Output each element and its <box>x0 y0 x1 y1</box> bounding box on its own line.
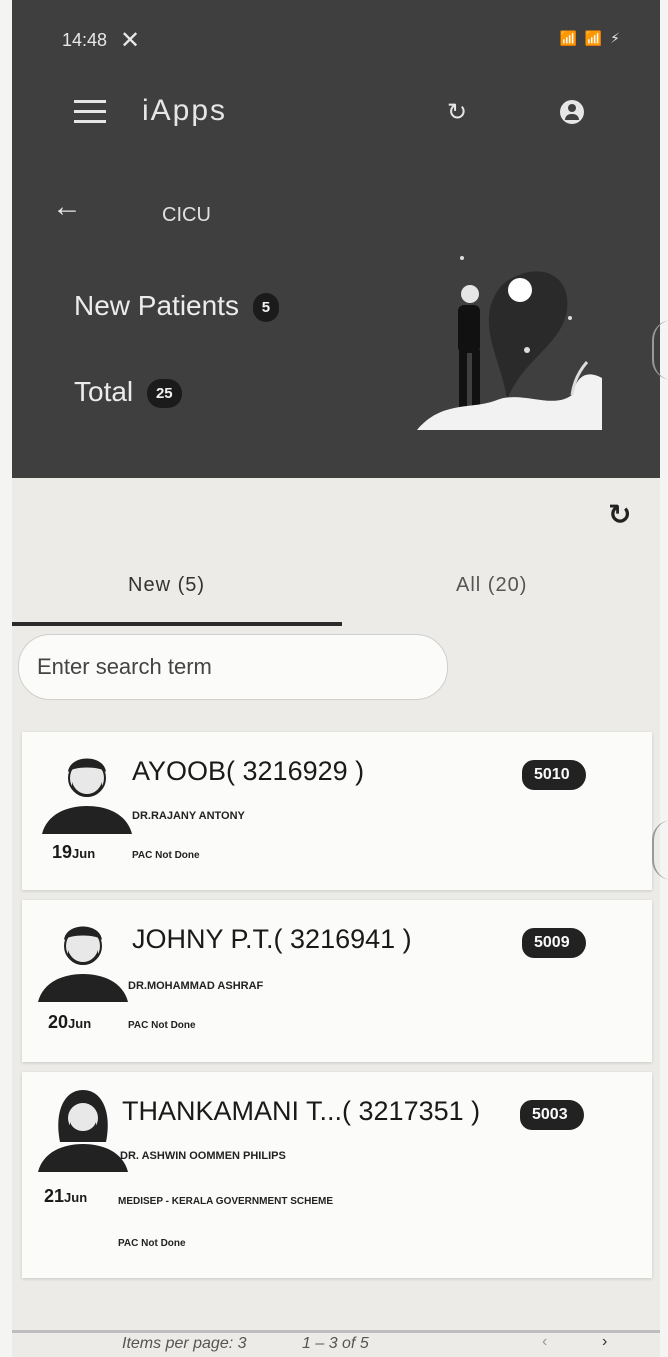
bed-badge: 5010 <box>522 760 586 790</box>
doctor-name: DR. ASHWIN OOMMEN PHILIPS <box>120 1150 286 1162</box>
tab-all[interactable]: All (20) <box>456 574 527 597</box>
arrow-left-icon[interactable]: ← <box>52 190 82 224</box>
insurance-scheme: MEDISEP - KERALA GOVERNMENT SCHEME <box>118 1196 334 1207</box>
total-stat: Total 25 <box>74 376 182 409</box>
doctor-name: DR.RAJANY ANTONY <box>132 810 245 822</box>
bed-badge: 5009 <box>522 928 586 958</box>
patient-card[interactable]: AYOOB( 3216929 ) 5010 DR.RAJANY ANTONY 1… <box>22 732 652 890</box>
unit-name: CICU <box>162 204 211 226</box>
status-time: 14:48 <box>62 30 108 50</box>
account-icon[interactable] <box>560 100 584 124</box>
search-input[interactable] <box>18 634 448 700</box>
app-bar: iApps ↻ <box>12 80 660 144</box>
admission-day: 21 <box>44 1186 65 1206</box>
status-bar: 14:48 ✕ 📶 📶 ⚡ <box>12 20 660 60</box>
new-patients-count: 5 <box>252 293 280 323</box>
pac-status: PAC Not Done <box>128 1020 196 1031</box>
admission-month: Jun <box>64 1190 88 1205</box>
admission-date: 20Jun <box>48 1012 91 1033</box>
paginator: Items per page: 3 1 – 3 of 5 ‹ › <box>12 1330 660 1357</box>
scroll-edge-indicator <box>652 820 668 880</box>
patient-card[interactable]: THANKAMANI T...( 3217351 ) 5003 DR. ASHW… <box>22 1072 652 1278</box>
next-page-button[interactable]: › <box>602 1333 607 1351</box>
refresh-icon[interactable]: ↻ <box>447 98 467 127</box>
pac-status: PAC Not Done <box>118 1238 186 1249</box>
total-label: Total <box>74 376 134 407</box>
admission-date: 21Jun <box>44 1186 87 1207</box>
admission-month: Jun <box>72 846 96 861</box>
new-patients-stat: New Patients 5 <box>74 290 280 323</box>
app-title: iApps <box>142 94 228 127</box>
total-count: 25 <box>146 379 182 409</box>
scroll-edge-indicator <box>652 320 668 380</box>
prev-page-button[interactable]: ‹ <box>542 1333 547 1351</box>
admission-day: 19 <box>52 842 73 862</box>
tab-new[interactable]: New (5) <box>128 574 205 597</box>
male-avatar-icon <box>42 758 132 834</box>
patient-name: THANKAMANI T...( 3217351 ) <box>122 1096 481 1126</box>
signal-icon: 📶 📶 ⚡ <box>559 30 622 46</box>
app-screen: 14:48 ✕ 📶 📶 ⚡ iApps ↻ ← CICU New Patient… <box>12 0 660 1357</box>
person-map-illustration <box>417 256 602 430</box>
close-icon: ✕ <box>120 27 141 54</box>
doctor-name: DR.MOHAMMAD ASHRAF <box>128 980 264 992</box>
male-avatar-icon <box>38 926 128 1002</box>
admission-day: 20 <box>48 1012 69 1032</box>
menu-icon[interactable] <box>74 100 106 124</box>
header-panel: 14:48 ✕ 📶 📶 ⚡ iApps ↻ ← CICU New Patient… <box>12 0 660 478</box>
female-avatar-icon <box>38 1090 128 1172</box>
active-tab-indicator <box>12 622 342 626</box>
bed-badge: 5003 <box>520 1100 584 1130</box>
pac-status: PAC Not Done <box>132 850 200 861</box>
page-range: 1 – 3 of 5 <box>302 1335 369 1352</box>
items-per-page[interactable]: Items per page: 3 <box>122 1335 247 1353</box>
tab-bar: New (5) All (20) <box>12 560 660 626</box>
admission-date: 19Jun <box>52 842 95 863</box>
patient-name: AYOOB( 3216929 ) <box>132 756 365 786</box>
refresh-list-icon[interactable]: ↻ <box>608 498 631 531</box>
admission-month: Jun <box>68 1016 92 1031</box>
patient-name: JOHNY P.T.( 3216941 ) <box>132 924 412 954</box>
new-patients-label: New Patients <box>74 290 239 321</box>
patient-card[interactable]: JOHNY P.T.( 3216941 ) 5009 DR.MOHAMMAD A… <box>22 900 652 1062</box>
